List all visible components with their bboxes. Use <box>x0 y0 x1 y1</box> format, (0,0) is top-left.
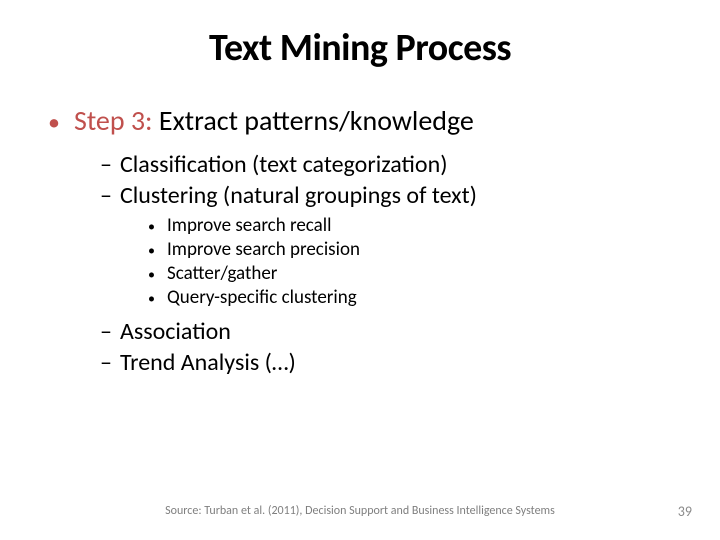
sub-item-label: Clustering (natural groupings of text) <box>120 181 477 210</box>
inner-item-label: Scatter/gather <box>167 262 277 285</box>
dash-icon: – <box>100 181 112 210</box>
inner-item-recall: • Improve search recall <box>148 214 680 237</box>
sub-item-label: Classification (text categorization) <box>120 150 448 179</box>
dash-icon: – <box>100 150 112 179</box>
step-label: Step 3: <box>74 103 153 138</box>
sub-item-label: Trend Analysis (…) <box>120 348 296 377</box>
inner-item-queryspec: • Query-specific clustering <box>148 286 680 309</box>
bullet-icon: • <box>148 289 155 309</box>
slide-title: Text Mining Process <box>40 25 680 71</box>
main-bullet: • Step 3: Extract patterns/knowledge <box>40 103 680 138</box>
dash-icon: – <box>100 317 112 346</box>
footer-source: Source: Turban et al. (2011), Decision S… <box>0 504 720 518</box>
slide: Text Mining Process • Step 3: Extract pa… <box>0 0 720 540</box>
step-text: Extract patterns/knowledge <box>153 103 474 138</box>
inner-item-label: Improve search precision <box>167 238 360 261</box>
inner-item-precision: • Improve search precision <box>148 238 680 261</box>
inner-item-scatter: • Scatter/gather <box>148 262 680 285</box>
main-bullet-text: Step 3: Extract patterns/knowledge <box>74 103 474 138</box>
inner-item-label: Improve search recall <box>167 214 332 237</box>
sub-item-classification: – Classification (text categorization) <box>100 150 680 179</box>
sub-list: – Classification (text categorization) –… <box>40 150 680 377</box>
bullet-icon: • <box>48 111 60 135</box>
bullet-icon: • <box>148 217 155 237</box>
sub-item-trend: – Trend Analysis (…) <box>100 348 680 377</box>
page-number: 39 <box>678 503 692 520</box>
inner-list: • Improve search recall • Improve search… <box>100 214 680 309</box>
bullet-icon: • <box>148 241 155 261</box>
bullet-icon: • <box>148 265 155 285</box>
sub-item-label: Association <box>120 317 231 346</box>
sub-item-association: – Association <box>100 317 680 346</box>
inner-item-label: Query-specific clustering <box>167 286 357 309</box>
dash-icon: – <box>100 348 112 377</box>
sub-item-clustering: – Clustering (natural groupings of text) <box>100 181 680 210</box>
